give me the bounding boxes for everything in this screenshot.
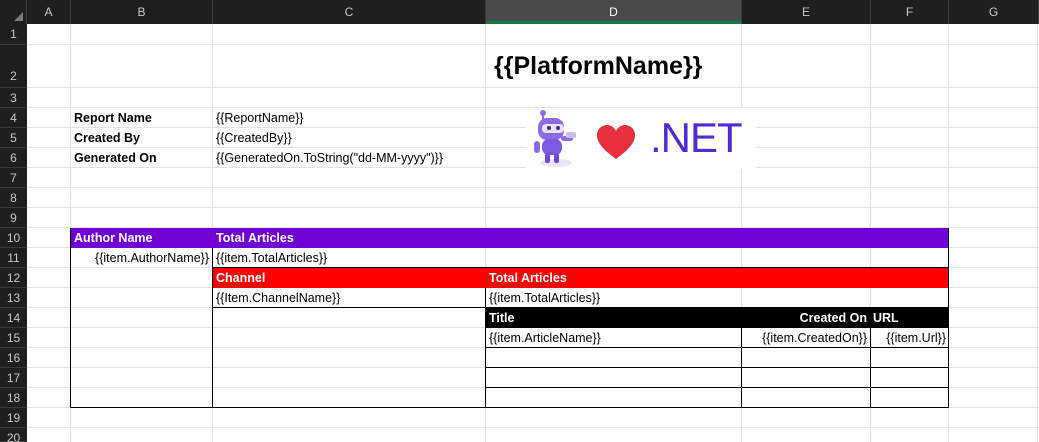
channel-header[interactable]: Channel	[213, 268, 486, 288]
table-border	[485, 288, 486, 408]
article-name-cell[interactable]: {{item.ArticleName}}	[486, 328, 741, 348]
author-name-header[interactable]: Author Name	[71, 228, 213, 248]
table-border	[212, 267, 949, 268]
row-header[interactable]: 4	[0, 108, 27, 128]
column-header-f[interactable]: F	[871, 0, 949, 24]
select-all-icon	[14, 12, 23, 21]
table-border	[485, 367, 949, 368]
heart-icon	[597, 125, 635, 159]
url-header[interactable]: URL	[870, 308, 948, 328]
gridline	[27, 207, 1039, 208]
column-header-b[interactable]: B	[71, 0, 213, 24]
report-name-value[interactable]: {{ReportName}}	[213, 108, 485, 128]
author-name-cell[interactable]: {{item.AuthorName}}	[71, 248, 213, 268]
title-header[interactable]: Title	[486, 308, 741, 328]
spreadsheet[interactable]: A B C D E F G 1 2 3 4 5 6 7 8 9 10 11 12…	[0, 0, 1039, 442]
row-header[interactable]: 12	[0, 268, 27, 288]
select-all-button[interactable]	[0, 0, 27, 24]
table-border	[212, 307, 949, 308]
generated-on-label[interactable]: Generated On	[71, 148, 212, 168]
channel-total-articles-cell[interactable]: {{item.TotalArticles}}	[486, 288, 741, 308]
row-header[interactable]: 7	[0, 168, 27, 188]
created-on-header[interactable]: Created On	[741, 308, 870, 328]
row-header[interactable]: 19	[0, 408, 27, 428]
table-border	[948, 228, 949, 308]
row-header[interactable]: 16	[0, 348, 27, 368]
table-border	[485, 347, 949, 348]
url-cell[interactable]: {{item.Url}}	[871, 328, 948, 348]
dotnet-bot-icon	[534, 110, 576, 167]
column-header-a[interactable]: A	[27, 0, 71, 24]
row-header[interactable]: 5	[0, 128, 27, 148]
created-by-label[interactable]: Created By	[71, 128, 212, 148]
row-header[interactable]: 14	[0, 308, 27, 328]
row-header[interactable]: 8	[0, 188, 27, 208]
row-header[interactable]: 13	[0, 288, 27, 308]
row-header[interactable]: 20	[0, 428, 27, 442]
platform-title[interactable]: {{PlatformName}}	[494, 52, 702, 81]
row-header[interactable]: 17	[0, 368, 27, 388]
row-header[interactable]: 18	[0, 388, 27, 408]
created-by-value[interactable]: {{CreatedBy}}	[213, 128, 485, 148]
author-total-articles-cell[interactable]: {{item.TotalArticles}}	[213, 248, 485, 268]
column-header-d[interactable]: D	[486, 0, 742, 24]
table-border	[485, 387, 949, 388]
column-header-g[interactable]: G	[949, 0, 1039, 24]
row-header[interactable]: 9	[0, 208, 27, 228]
table-border	[70, 228, 71, 408]
gridline	[27, 87, 1039, 88]
gridline	[27, 187, 1039, 188]
logo-image[interactable]: .NET	[526, 108, 756, 170]
table-border	[948, 308, 949, 408]
row-header[interactable]: 15	[0, 328, 27, 348]
gridline	[27, 427, 1039, 428]
channel-total-articles-header[interactable]: Total Articles	[486, 268, 948, 288]
row-header[interactable]: 2	[0, 45, 27, 88]
row-header[interactable]: 10	[0, 228, 27, 248]
dotnet-logo-text: .NET	[650, 114, 743, 161]
row-header[interactable]: 3	[0, 88, 27, 108]
row-header[interactable]: 1	[0, 24, 27, 45]
column-header-e[interactable]: E	[742, 0, 871, 24]
row-header[interactable]: 11	[0, 248, 27, 268]
report-name-label[interactable]: Report Name	[71, 108, 212, 128]
created-on-cell[interactable]: {{item.CreatedOn}}	[742, 328, 870, 348]
table-border	[870, 328, 871, 408]
table-border	[741, 328, 742, 408]
table-border	[212, 248, 213, 408]
column-header-c[interactable]: C	[213, 0, 486, 24]
table-border	[70, 407, 949, 408]
gridline	[27, 44, 1039, 45]
generated-on-value[interactable]: {{GeneratedOn.ToString("dd-MM-yyyy")}}	[213, 148, 485, 168]
channel-name-cell[interactable]: {{Item.ChannelName}}	[213, 288, 485, 308]
total-articles-header[interactable]: Total Articles	[213, 228, 948, 248]
row-header[interactable]: 6	[0, 148, 27, 168]
